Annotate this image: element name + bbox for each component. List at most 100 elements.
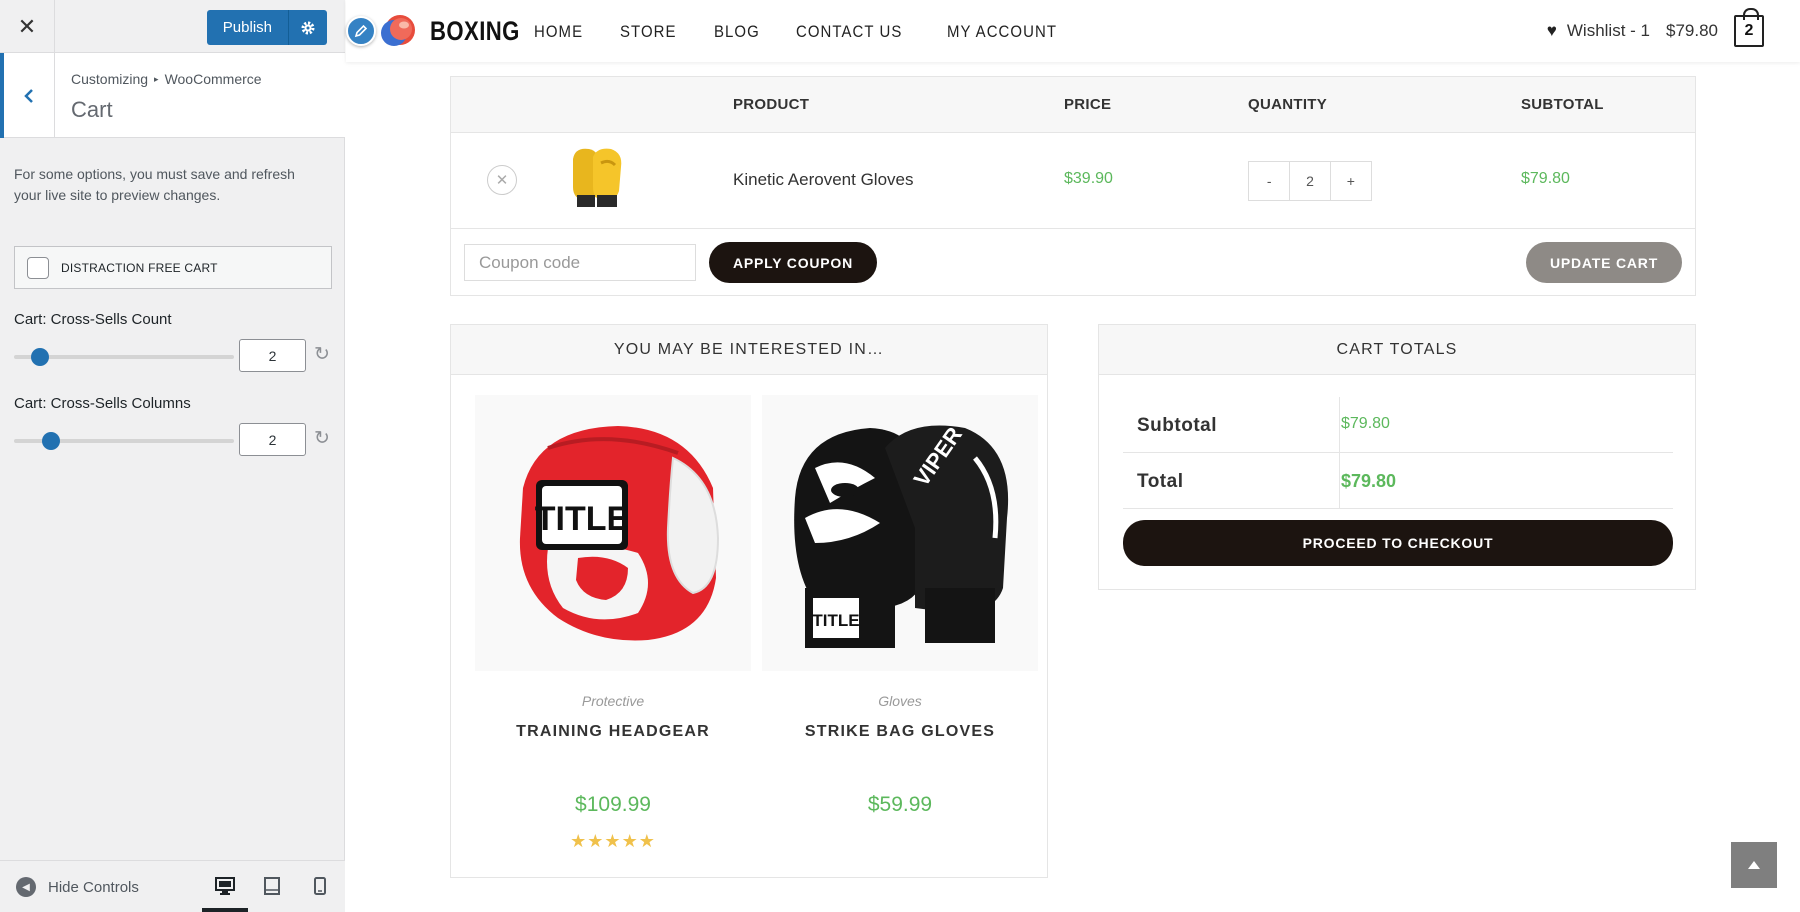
apply-coupon-button[interactable]: APPLY COUPON <box>709 242 877 283</box>
star-rating: ★★★★★ <box>570 831 656 851</box>
headgear-image: TITLE <box>519 426 720 641</box>
publish-button[interactable]: Publish <box>206 10 289 45</box>
product-image[interactable]: VIPER TITLE <box>762 395 1038 671</box>
cross-sells-count-label: Cart: Cross-Sells Count <box>14 311 172 328</box>
breadcrumb-arrow-icon: ▸ <box>154 74 159 84</box>
pencil-icon <box>354 24 368 38</box>
total-row: Total $79.80 <box>1123 453 1673 509</box>
divider <box>1339 453 1340 509</box>
back-button[interactable] <box>0 53 55 138</box>
mobile-icon <box>314 877 326 895</box>
product-subtotal: $79.80 <box>1521 170 1570 187</box>
product-category[interactable]: Protective <box>475 693 751 709</box>
desktop-preview-button[interactable] <box>213 875 237 897</box>
nav-store[interactable]: STORE <box>620 22 677 42</box>
product-title[interactable]: TRAINING HEADGEAR <box>475 723 751 741</box>
slider-thumb[interactable] <box>42 432 61 450</box>
reset-icon[interactable]: ↻ <box>314 343 330 366</box>
product-category[interactable]: Gloves <box>762 693 1038 709</box>
boxing-glove-logo-icon <box>381 15 415 46</box>
nav-home[interactable]: HOME <box>534 22 583 42</box>
customizer-header: ✕ Publish <box>0 0 345 53</box>
remove-item-button[interactable]: ✕ <box>487 165 517 195</box>
publish-group: Publish <box>206 10 327 45</box>
mobile-preview-button[interactable] <box>308 875 332 897</box>
breadcrumb-child: WooCommerce <box>164 71 262 87</box>
edit-shortcut-button[interactable] <box>346 16 376 46</box>
bag-gloves-image: VIPER TITLE <box>794 422 1009 648</box>
divider <box>1339 397 1340 453</box>
distraction-free-cart-checkbox[interactable] <box>27 256 49 279</box>
total-label: Total <box>1137 471 1184 492</box>
cross-sells-count-input[interactable]: 2 <box>239 339 306 372</box>
product-thumbnail[interactable] <box>563 145 635 215</box>
wishlist-link[interactable]: ♥ Wishlist - 1 <box>1547 21 1650 41</box>
distraction-free-cart-control[interactable]: DISTRACTION FREE CART <box>14 246 332 289</box>
publish-settings-button[interactable] <box>289 10 327 45</box>
cross-sell-product[interactable]: TITLE Protective TRAINING HEADGEAR $109.… <box>475 395 751 852</box>
section-title: Cart <box>71 97 113 122</box>
close-icon: ✕ <box>495 172 509 189</box>
decrease-quantity-button[interactable]: - <box>1249 162 1289 200</box>
hide-controls-label: Hide Controls <box>48 878 139 896</box>
subtotal-label: Subtotal <box>1137 415 1217 436</box>
product-price: $59.99 <box>867 793 933 816</box>
chevron-left-icon <box>24 88 33 103</box>
product-name-link[interactable]: Kinetic Aerovent Gloves <box>733 170 913 190</box>
product-price: $109.99 <box>575 793 651 816</box>
column-header-quantity: QUANTITY <box>1248 96 1328 113</box>
customizer-description: For some options, you must save and refr… <box>14 166 295 203</box>
arrow-left-circle-icon: ◀ <box>16 877 36 897</box>
product-price: $39.90 <box>1064 170 1113 187</box>
breadcrumb-parent: Customizing <box>71 71 149 87</box>
product-title[interactable]: STRIKE BAG GLOVES <box>762 723 1038 741</box>
header-actions: ♥ Wishlist - 1 $79.80 2 <box>1547 8 1764 50</box>
update-cart-button[interactable]: UPDATE CART <box>1526 242 1682 283</box>
cart-table: PRODUCT PRICE QUANTITY SUBTOTAL ✕ Kineti… <box>450 76 1696 296</box>
cross-sells-columns-input[interactable]: 2 <box>239 423 306 456</box>
hide-controls-button[interactable]: ◀ Hide Controls <box>16 877 139 897</box>
header-cart-total[interactable]: $79.80 <box>1666 21 1718 41</box>
table-row: ✕ Kinetic Aerovent Gloves $39.90 - 2 + $… <box>451 133 1695 229</box>
coupon-code-input[interactable]: Coupon code <box>464 244 696 281</box>
chevron-up-icon <box>1748 861 1760 869</box>
cross-sells-title: YOU MAY BE INTERESTED IN… <box>451 325 1047 375</box>
quantity-input[interactable]: 2 <box>1289 162 1331 200</box>
distraction-free-cart-label: DISTRACTION FREE CART <box>61 260 218 275</box>
cross-sells-columns-slider[interactable] <box>14 432 234 450</box>
increase-quantity-button[interactable]: + <box>1331 162 1371 200</box>
svg-text:TITLE: TITLE <box>812 611 859 630</box>
reset-icon[interactable]: ↻ <box>314 427 330 450</box>
quantity-stepper: - 2 + <box>1248 161 1372 201</box>
tablet-icon <box>264 877 280 895</box>
customizer-footer: ◀ Hide Controls <box>0 860 345 912</box>
nav-blog[interactable]: BLOG <box>714 22 760 42</box>
product-image[interactable]: TITLE <box>475 395 751 671</box>
nav-contact-us[interactable]: CONTACT US <box>796 22 902 42</box>
subtotal-row: Subtotal $79.80 <box>1123 397 1673 453</box>
column-header-product: PRODUCT <box>733 96 810 113</box>
slider-thumb[interactable] <box>31 348 50 366</box>
cross-sells-count-slider[interactable] <box>14 348 234 366</box>
proceed-to-checkout-button[interactable]: PROCEED TO CHECKOUT <box>1123 520 1673 566</box>
tablet-preview-button[interactable] <box>260 875 284 897</box>
site-logo-text[interactable]: BOXING <box>430 16 520 47</box>
site-header: BOXING HOME STORE BLOG CONTACT US MY ACC… <box>346 0 1800 62</box>
main-nav: HOME STORE BLOG CONTACT US MY ACCOUNT <box>534 22 1102 42</box>
subtotal-value: $79.80 <box>1341 415 1390 432</box>
active-device-indicator <box>202 908 248 912</box>
gear-icon <box>301 21 315 34</box>
nav-my-account[interactable]: MY ACCOUNT <box>947 22 1057 42</box>
scroll-to-top-button[interactable] <box>1731 842 1777 888</box>
svg-text:TITLE: TITLE <box>535 500 629 538</box>
column-header-subtotal: SUBTOTAL <box>1521 96 1604 113</box>
cart-totals-box: CART TOTALS Subtotal $79.80 Total $79.80… <box>1098 324 1696 590</box>
section-header: Customizing ▸ WooCommerce Cart <box>0 53 345 138</box>
customizer-panel: ✕ Publish Customizing ▸ WooCommerce Cart F… <box>0 0 345 912</box>
cross-sell-product[interactable]: VIPER TITLE Gloves STRIKE BAG GLOVES $59… <box>762 395 1038 817</box>
close-customizer-button[interactable]: ✕ <box>0 0 55 53</box>
shopping-bag-icon[interactable]: 2 <box>1734 8 1764 47</box>
site-preview: BOXING HOME STORE BLOG CONTACT US MY ACC… <box>346 0 1800 912</box>
cart-count: 2 <box>1744 22 1754 39</box>
close-icon: ✕ <box>17 13 37 39</box>
